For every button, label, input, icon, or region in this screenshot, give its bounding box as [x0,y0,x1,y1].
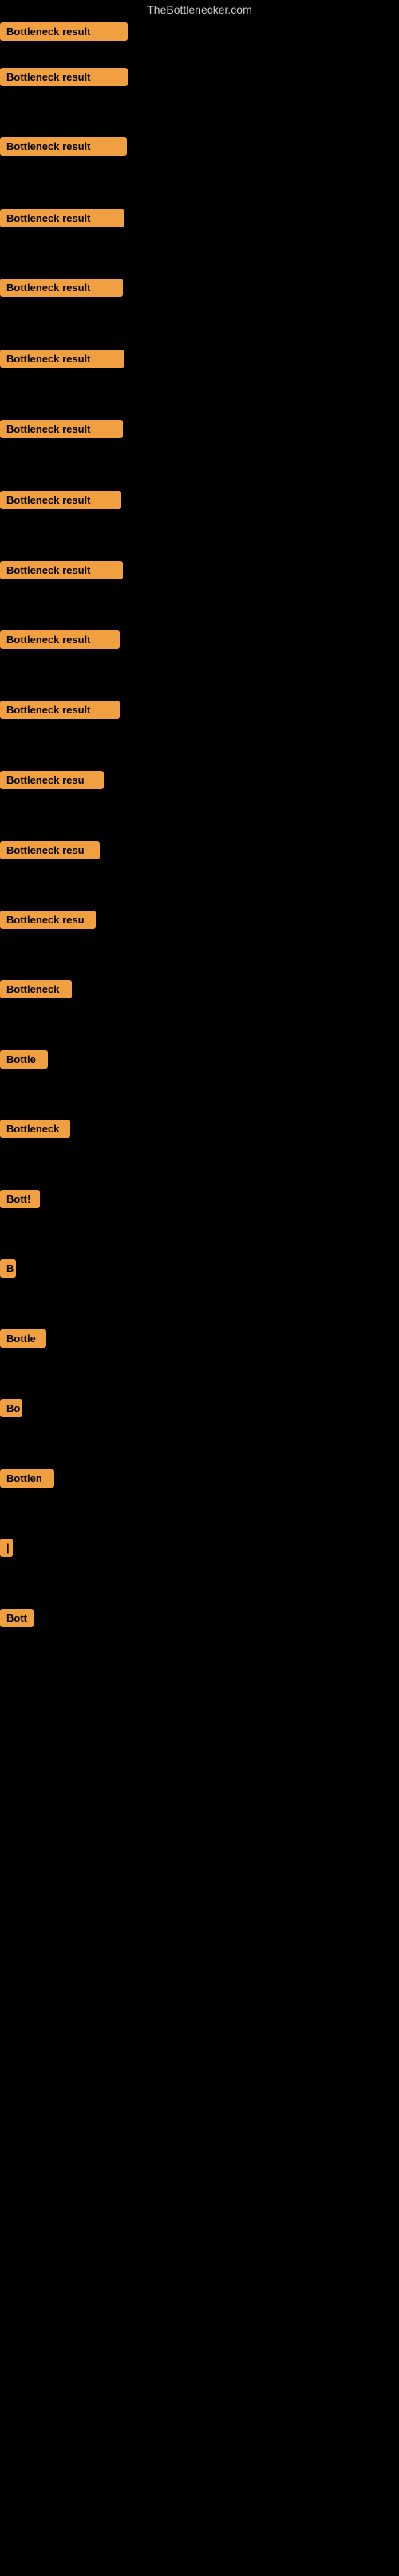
bottleneck-row-15: Bottleneck [0,980,72,1002]
bottleneck-badge-6: Bottleneck result [0,350,124,368]
bottleneck-row-8: Bottleneck result [0,491,121,513]
bottleneck-row-24: Bott [0,1609,34,1631]
bottleneck-badge-13: Bottleneck resu [0,841,100,859]
bottleneck-row-19: B [0,1259,16,1282]
bottleneck-row-17: Bottleneck [0,1120,70,1142]
bottleneck-row-4: Bottleneck result [0,209,124,231]
bottleneck-row-12: Bottleneck resu [0,771,104,793]
bottleneck-row-11: Bottleneck result [0,701,120,723]
bottleneck-badge-22: Bottlen [0,1469,54,1488]
bottleneck-badge-4: Bottleneck result [0,209,124,227]
site-title: TheBottlenecker.com [0,0,399,22]
bottleneck-row-9: Bottleneck result [0,561,123,583]
bottleneck-row-7: Bottleneck result [0,420,123,442]
bottleneck-badge-16: Bottle [0,1050,48,1069]
bottleneck-row-23: | [0,1539,13,1561]
bottleneck-row-20: Bottle [0,1329,46,1352]
bottleneck-badge-17: Bottleneck [0,1120,70,1138]
bottleneck-badge-7: Bottleneck result [0,420,123,438]
bottleneck-badge-23: | [0,1539,13,1557]
bottleneck-row-21: Bo [0,1399,22,1421]
bottleneck-badge-8: Bottleneck result [0,491,121,509]
bottleneck-badge-19: B [0,1259,16,1278]
bottleneck-badge-2: Bottleneck result [0,68,128,86]
bottleneck-badge-24: Bott [0,1609,34,1627]
bottleneck-row-13: Bottleneck resu [0,841,100,863]
bottleneck-row-6: Bottleneck result [0,350,124,372]
bottleneck-row-18: Bott! [0,1190,40,1212]
bottleneck-row-3: Bottleneck result [0,137,127,160]
bottleneck-badge-3: Bottleneck result [0,137,127,156]
bottleneck-row-10: Bottleneck result [0,630,120,653]
bottleneck-row-5: Bottleneck result [0,279,123,301]
bottleneck-badge-5: Bottleneck result [0,279,123,297]
bottleneck-row-22: Bottlen [0,1469,54,1491]
bottleneck-row-14: Bottleneck resu [0,911,96,933]
bottleneck-badge-10: Bottleneck result [0,630,120,649]
bottleneck-badge-15: Bottleneck [0,980,72,998]
bottleneck-badge-9: Bottleneck result [0,561,123,579]
bottleneck-row-16: Bottle [0,1050,48,1073]
bottleneck-badge-18: Bott! [0,1190,40,1208]
bottleneck-row-1: Bottleneck result [0,22,128,45]
bottleneck-badge-14: Bottleneck resu [0,911,96,929]
bottleneck-row-2: Bottleneck result [0,68,128,90]
bottleneck-badge-12: Bottleneck resu [0,771,104,789]
bottleneck-badge-1: Bottleneck result [0,22,128,41]
bottleneck-badge-20: Bottle [0,1329,46,1348]
bottleneck-badge-11: Bottleneck result [0,701,120,719]
bottleneck-badge-21: Bo [0,1399,22,1417]
